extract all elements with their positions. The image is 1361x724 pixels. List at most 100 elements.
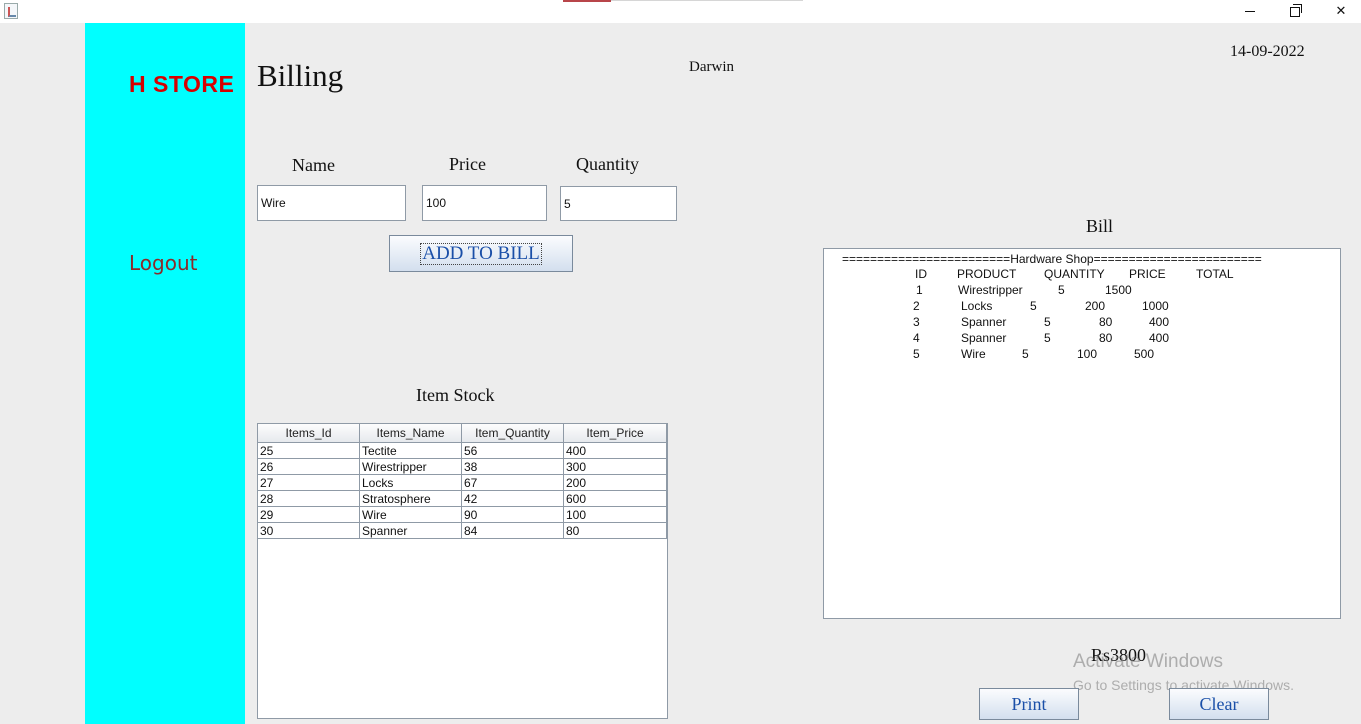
print-button[interactable]: Print bbox=[979, 688, 1079, 720]
java-app-icon bbox=[4, 3, 18, 19]
item-stock-title: Item Stock bbox=[416, 385, 495, 405]
table-cell: 28 bbox=[258, 491, 360, 507]
column-header[interactable]: Items_Id bbox=[258, 424, 360, 443]
table-row[interactable]: 26 Wirestripper 38 300 bbox=[258, 459, 667, 475]
bill-cell: 5 bbox=[1044, 315, 1051, 329]
table-cell: Tectite bbox=[360, 443, 462, 459]
bill-cell: 500 bbox=[1134, 347, 1155, 361]
bill-row: 4 Spanner 5 80 400 bbox=[824, 331, 1340, 347]
restore-button[interactable] bbox=[1272, 0, 1318, 23]
table-cell: Wire bbox=[360, 507, 462, 523]
bill-cell: 100 bbox=[1077, 347, 1098, 361]
date-label: 14-09-2022 bbox=[1230, 43, 1305, 60]
table-cell: 84 bbox=[462, 523, 564, 539]
minimize-icon bbox=[1245, 11, 1255, 12]
bill-row: 2 Locks 5 200 1000 bbox=[824, 299, 1340, 315]
table-cell: 400 bbox=[564, 443, 667, 459]
page-title: Billing bbox=[257, 58, 344, 93]
sidebar: H STORE Logout bbox=[85, 23, 245, 724]
table-cell: 38 bbox=[462, 459, 564, 475]
bill-cell: 5 bbox=[1022, 347, 1029, 361]
table-cell: 25 bbox=[258, 443, 360, 459]
bill-title: Bill bbox=[1086, 216, 1114, 236]
bill-cell: 80 bbox=[1099, 331, 1113, 345]
table-cell: 26 bbox=[258, 459, 360, 475]
bill-cell: 200 bbox=[1085, 299, 1106, 313]
bill-cell: 80 bbox=[1099, 315, 1113, 329]
title-divider bbox=[611, 0, 803, 1]
quantity-input[interactable]: 5 bbox=[560, 186, 677, 221]
table-cell: Stratosphere bbox=[360, 491, 462, 507]
bill-cell: 5 bbox=[913, 347, 920, 361]
quantity-label: Quantity bbox=[576, 154, 639, 174]
table-cell: 67 bbox=[462, 475, 564, 491]
item-stock-table[interactable]: Items_Id Items_Name Item_Quantity Item_P… bbox=[257, 423, 668, 719]
table-cell: 56 bbox=[462, 443, 564, 459]
table-cell: 300 bbox=[564, 459, 667, 475]
bill-textarea[interactable]: ========================Hardware Shop===… bbox=[823, 248, 1341, 619]
price-label: Price bbox=[449, 154, 486, 174]
close-button[interactable]: ✕ bbox=[1318, 0, 1361, 23]
price-input[interactable]: 100 bbox=[422, 185, 547, 221]
table-cell: Spanner bbox=[360, 523, 462, 539]
column-header[interactable]: Items_Name bbox=[360, 424, 462, 443]
title-bar: ✕ bbox=[0, 0, 1361, 23]
table-cell: Wirestripper bbox=[360, 459, 462, 475]
table-cell: 200 bbox=[564, 475, 667, 491]
title-accent bbox=[563, 0, 611, 2]
close-icon: ✕ bbox=[1335, 4, 1347, 19]
clear-button[interactable]: Clear bbox=[1169, 688, 1269, 720]
table-cell: 100 bbox=[564, 507, 667, 523]
bill-cell: 400 bbox=[1149, 331, 1170, 345]
add-to-bill-button[interactable]: ADD TO BILL bbox=[389, 235, 573, 272]
name-label: Name bbox=[292, 155, 335, 175]
bill-cell: Wire bbox=[961, 347, 986, 361]
column-header[interactable]: Item_Quantity bbox=[462, 424, 564, 443]
restore-icon bbox=[1290, 3, 1302, 17]
table-cell: 27 bbox=[258, 475, 360, 491]
bill-cell: 400 bbox=[1149, 315, 1170, 329]
table-cell: 90 bbox=[462, 507, 564, 523]
logout-link[interactable]: Logout bbox=[129, 251, 197, 275]
bill-cell: Spanner bbox=[961, 315, 1007, 329]
bill-cell: 4 bbox=[913, 331, 920, 345]
table-cell: Locks bbox=[360, 475, 462, 491]
bill-row: 3 Spanner 5 80 400 bbox=[824, 315, 1340, 331]
bill-cell: 5 bbox=[1058, 283, 1065, 297]
bill-row: 1 Wirestripper 5 1500 bbox=[824, 283, 1340, 299]
bill-cell: Locks bbox=[961, 299, 993, 313]
minimize-button[interactable] bbox=[1227, 0, 1273, 23]
bill-header: TOTAL bbox=[1196, 267, 1234, 281]
bill-header: PRODUCT bbox=[957, 267, 1017, 281]
bill-cell: 5 bbox=[1044, 331, 1051, 345]
table-row[interactable]: 30 Spanner 84 80 bbox=[258, 523, 667, 539]
table-row[interactable]: 25 Tectite 56 400 bbox=[258, 443, 667, 459]
table-header: Items_Id Items_Name Item_Quantity Item_P… bbox=[258, 424, 667, 443]
activate-windows-watermark: Activate Windows bbox=[1073, 651, 1223, 672]
bill-banner: ========================Hardware Shop===… bbox=[842, 252, 1262, 266]
bill-cell: 1500 bbox=[1105, 283, 1132, 297]
table-row[interactable]: 28 Stratosphere 42 600 bbox=[258, 491, 667, 507]
username-label: Darwin bbox=[689, 59, 734, 75]
table-cell: 30 bbox=[258, 523, 360, 539]
bill-cell: 1000 bbox=[1142, 299, 1169, 313]
bill-cell: 5 bbox=[1030, 299, 1037, 313]
bill-cell: 1 bbox=[916, 283, 923, 297]
add-to-bill-label: ADD TO BILL bbox=[420, 242, 542, 265]
column-header[interactable]: Item_Price bbox=[564, 424, 667, 443]
table-row[interactable]: 27 Locks 67 200 bbox=[258, 475, 667, 491]
bill-cell: 3 bbox=[913, 315, 920, 329]
bill-header: ID bbox=[915, 267, 927, 281]
brand-logo: H STORE bbox=[129, 71, 235, 97]
table-cell: 600 bbox=[564, 491, 667, 507]
bill-header-row: ID PRODUCT QUANTITY PRICE TOTAL bbox=[824, 267, 1340, 283]
bill-cell: Wirestripper bbox=[958, 283, 1023, 297]
table-row[interactable]: 29 Wire 90 100 bbox=[258, 507, 667, 523]
name-input[interactable]: Wire bbox=[257, 185, 406, 221]
bill-header: QUANTITY bbox=[1044, 267, 1105, 281]
table-cell: 80 bbox=[564, 523, 667, 539]
bill-cell: Spanner bbox=[961, 331, 1007, 345]
table-cell: 42 bbox=[462, 491, 564, 507]
table-cell: 29 bbox=[258, 507, 360, 523]
bill-cell: 2 bbox=[913, 299, 920, 313]
